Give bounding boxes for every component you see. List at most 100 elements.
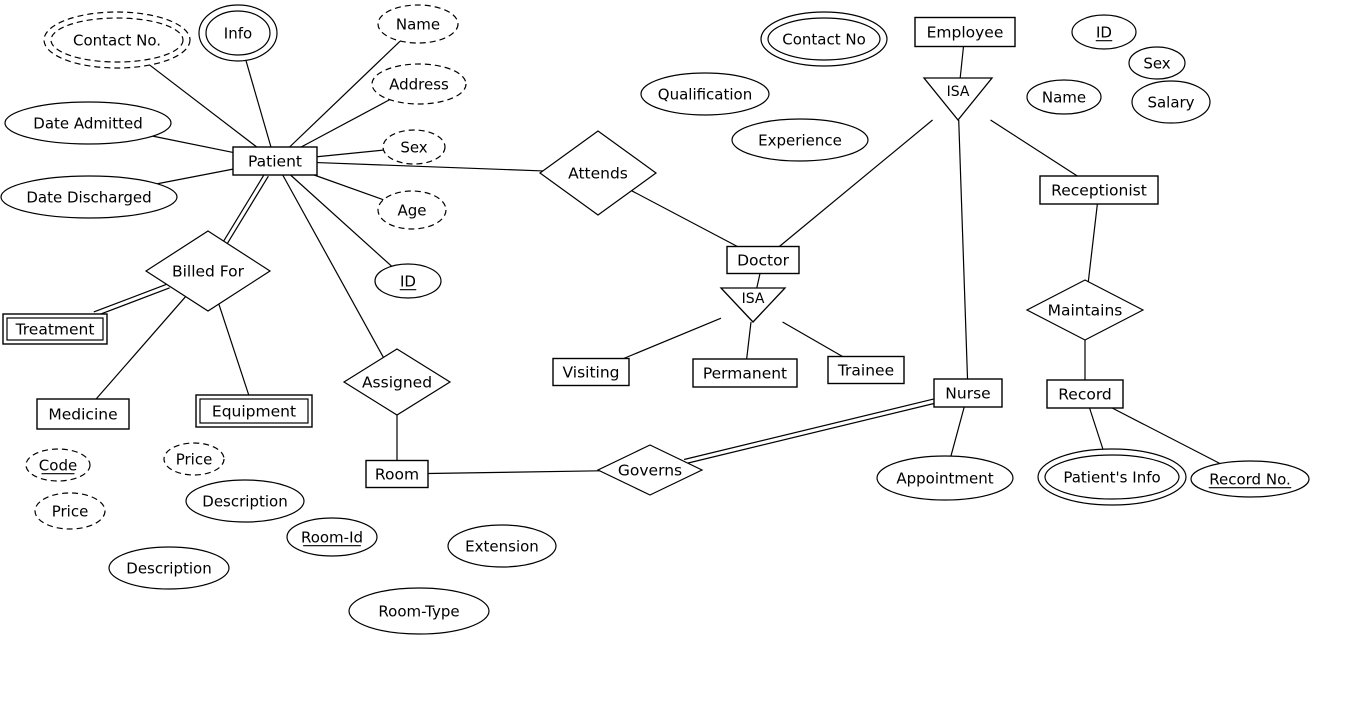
node-label: Maintains <box>1048 302 1123 320</box>
isa-triangle-isa-doctor[interactable]: ISA <box>719 287 787 323</box>
node-label: Room-Type <box>378 603 459 621</box>
er-connector-total-participation <box>683 398 935 465</box>
entity-medicine[interactable]: Medicine <box>36 398 130 430</box>
entity-room[interactable]: Room <box>365 459 429 489</box>
node-label: Name <box>1042 89 1086 107</box>
er-connector <box>157 168 234 185</box>
er-connector-total-participation <box>223 173 269 244</box>
attribute-employee-qualif[interactable]: Qualification <box>640 72 770 116</box>
isa-label: ISA <box>947 84 970 100</box>
attribute-patient-dateadm[interactable]: Date Admitted <box>4 101 172 145</box>
node-layer: Patient Treatment Medicine Equipment Room Emp… <box>0 4 1310 635</box>
attribute-room-roomid[interactable]: Room-Id <box>286 517 378 557</box>
node-label: Price <box>176 451 213 469</box>
attribute-room-roomtype[interactable]: Room-Type <box>348 587 490 635</box>
attribute-room-extension[interactable]: Extension <box>447 524 557 568</box>
entity-record[interactable]: Record <box>1046 379 1124 409</box>
relationship-governs[interactable]: Governs <box>596 444 704 496</box>
node-label: Sex <box>400 139 427 157</box>
attribute-equipment-desc[interactable]: Description <box>185 479 305 523</box>
entity-permanent[interactable]: Permanent <box>692 358 798 388</box>
er-connector <box>316 161 543 172</box>
node-label: Treatment <box>15 321 95 339</box>
node-label: ID <box>400 273 416 291</box>
er-connector <box>959 46 965 79</box>
attribute-equipment-price[interactable]: Price <box>163 442 225 476</box>
er-connector-total-participation <box>93 283 170 317</box>
entity-treatment[interactable]: Treatment <box>2 313 108 345</box>
node-label: Name <box>396 16 440 34</box>
attribute-record-patinfo[interactable]: Patient's Info <box>1037 448 1187 506</box>
node-label: Code <box>39 457 77 475</box>
attribute-patient-info[interactable]: Info <box>198 4 278 62</box>
attribute-employee-name[interactable]: Name <box>1026 79 1102 115</box>
node-label: Description <box>126 560 211 578</box>
entity-nurse[interactable]: Nurse <box>933 378 1003 408</box>
relationship-attends[interactable]: Attends <box>538 130 658 216</box>
er-connector <box>1088 407 1106 456</box>
attribute-patient-contactno[interactable]: Contact No. <box>43 11 191 69</box>
isa-triangle-isa-employee[interactable]: ISA <box>922 77 994 122</box>
attribute-employee-id[interactable]: ID <box>1071 14 1137 50</box>
node-label: Info <box>224 25 252 43</box>
node-label: Nurse <box>945 385 990 403</box>
er-connector <box>950 406 965 457</box>
entity-receptionist[interactable]: Receptionist <box>1039 175 1159 205</box>
attribute-employee-experience[interactable]: Experience <box>731 118 869 162</box>
node-label: Room <box>375 466 419 484</box>
er-connector <box>313 174 384 201</box>
attribute-employee-contactno[interactable]: Contact No <box>760 11 888 67</box>
node-label: Salary <box>1147 94 1194 112</box>
relationship-maintains[interactable]: Maintains <box>1025 279 1145 341</box>
node-label: Doctor <box>737 252 790 270</box>
er-connector <box>152 135 234 154</box>
relationship-assigned[interactable]: Assigned <box>342 348 452 416</box>
node-label: Qualification <box>658 86 752 104</box>
node-label: Sex <box>1143 55 1170 73</box>
er-connector <box>958 119 969 380</box>
er-diagram-canvas: Patient Treatment Medicine Equipment Room Emp… <box>0 0 1367 703</box>
attribute-patient-datedis[interactable]: Date Discharged <box>0 175 178 219</box>
entity-equipment[interactable]: Equipment <box>195 394 313 428</box>
node-label: Medicine <box>48 406 117 424</box>
er-connector <box>746 321 752 360</box>
node-label: Contact No. <box>73 32 161 50</box>
node-label: Equipment <box>212 403 296 421</box>
node-label: Attends <box>568 165 628 183</box>
entity-visiting[interactable]: Visiting <box>552 357 630 387</box>
er-connector <box>782 321 843 358</box>
relationship-billedfor[interactable]: Billed For <box>144 230 272 312</box>
node-label: Patient's Info <box>1063 469 1160 487</box>
attribute-patient-sex[interactable]: Sex <box>382 129 446 165</box>
node-label: Date Discharged <box>26 189 151 207</box>
node-label: Patient <box>248 153 302 171</box>
attribute-patient-age[interactable]: Age <box>377 190 447 230</box>
entity-patient[interactable]: Patient <box>232 146 318 176</box>
attribute-medicine-code[interactable]: Code <box>25 448 91 482</box>
node-label: Price <box>52 503 89 521</box>
er-diagram-svg: Patient Treatment Medicine Equipment Room Emp… <box>0 4 1310 635</box>
node-label: Visiting <box>563 364 620 382</box>
node-label: Permanent <box>703 365 787 383</box>
er-connector <box>218 303 250 396</box>
entity-trainee[interactable]: Trainee <box>827 355 905 385</box>
node-label: Record No. <box>1209 471 1291 489</box>
node-label: Employee <box>927 24 1004 42</box>
attribute-medicine-desc[interactable]: Description <box>108 546 230 590</box>
isa-label: ISA <box>742 291 765 307</box>
entity-employee[interactable]: Employee <box>914 16 1016 48</box>
attribute-medicine-price[interactable]: Price <box>34 492 106 530</box>
er-connector <box>316 149 384 158</box>
attribute-patient-name[interactable]: Name <box>377 4 459 44</box>
attribute-employee-salary[interactable]: Salary <box>1131 80 1211 124</box>
attribute-nurse-appointment[interactable]: Appointment <box>876 455 1014 501</box>
attribute-record-recordno[interactable]: Record No. <box>1190 460 1310 498</box>
entity-doctor[interactable]: Doctor <box>726 245 800 275</box>
node-label: Room-Id <box>301 529 363 547</box>
attribute-patient-address[interactable]: Address <box>371 63 467 105</box>
er-connector <box>623 317 722 360</box>
node-label: Age <box>397 202 426 220</box>
er-connector <box>1087 203 1098 282</box>
attribute-employee-sex[interactable]: Sex <box>1128 46 1186 80</box>
attribute-patient-id[interactable]: ID <box>374 263 442 299</box>
